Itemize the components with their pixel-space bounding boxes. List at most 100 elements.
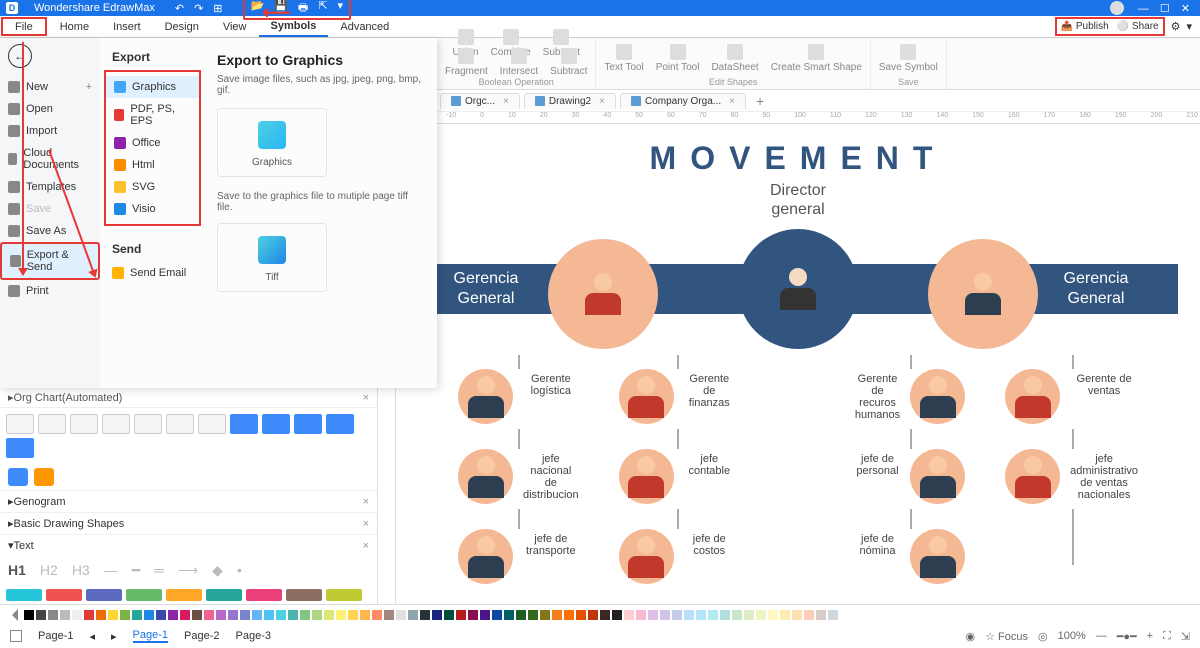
shape-thumb[interactable]: [326, 414, 354, 434]
text-style-h1[interactable]: H1: [8, 562, 26, 579]
color-swatch[interactable]: [84, 610, 94, 620]
subtract2-button[interactable]: Subtract: [550, 48, 587, 77]
color-swatch[interactable]: [552, 610, 562, 620]
page-tab-1[interactable]: Page-1: [38, 630, 73, 642]
settings-gear-icon[interactable]: ⚙: [1171, 20, 1181, 33]
minimize-button[interactable]: —: [1134, 3, 1153, 15]
intersect-button[interactable]: Intersect: [500, 48, 538, 77]
color-swatch[interactable]: [348, 610, 358, 620]
redo-icon[interactable]: ↷: [194, 2, 203, 15]
back-button[interactable]: ←: [8, 44, 32, 68]
file-new[interactable]: New+: [0, 76, 100, 98]
add-doc-tab[interactable]: +: [750, 93, 770, 109]
color-swatch[interactable]: [204, 610, 214, 620]
shape-bar[interactable]: [86, 589, 122, 601]
shape-bar[interactable]: [6, 589, 42, 601]
shape-card[interactable]: [34, 468, 54, 486]
export-visio[interactable]: Visio: [106, 198, 199, 220]
color-swatch[interactable]: [432, 610, 442, 620]
point-tool-button[interactable]: Point Tool: [656, 44, 700, 73]
color-swatch[interactable]: [336, 610, 346, 620]
tiff-card[interactable]: Tiff: [217, 223, 327, 292]
tab-home[interactable]: Home: [48, 16, 101, 37]
color-swatch[interactable]: [516, 610, 526, 620]
zoom-in[interactable]: +: [1147, 630, 1153, 642]
color-swatch[interactable]: [132, 610, 142, 620]
color-swatch[interactable]: [72, 610, 82, 620]
page-link-1[interactable]: Page-1: [133, 629, 168, 643]
color-swatch[interactable]: [444, 610, 454, 620]
send-email[interactable]: Send Email: [104, 262, 201, 284]
shape-thumb[interactable]: [230, 414, 258, 434]
file-cloud[interactable]: Cloud Documents: [0, 142, 100, 176]
datasheet-button[interactable]: DataSheet: [711, 44, 758, 73]
color-swatch[interactable]: [720, 610, 730, 620]
close-icon[interactable]: ×: [363, 496, 369, 508]
user-avatar[interactable]: [1110, 1, 1124, 15]
color-swatch[interactable]: [240, 610, 250, 620]
color-swatch[interactable]: [252, 610, 262, 620]
shape-thumb[interactable]: [134, 414, 162, 434]
shape-thumb[interactable]: [70, 414, 98, 434]
color-swatch[interactable]: [636, 610, 646, 620]
shape-bar[interactable]: [126, 589, 162, 601]
fragment-button[interactable]: Fragment: [445, 48, 488, 77]
color-swatch[interactable]: [684, 610, 694, 620]
color-swatch[interactable]: [480, 610, 490, 620]
view-icon[interactable]: ◉: [966, 630, 976, 643]
color-swatch[interactable]: [528, 610, 538, 620]
export-office[interactable]: Office: [106, 132, 199, 154]
color-swatch[interactable]: [264, 610, 274, 620]
export-pdf[interactable]: PDF, PS, EPS: [106, 98, 199, 132]
color-swatch[interactable]: [324, 610, 334, 620]
zoom-out[interactable]: —: [1096, 630, 1107, 642]
color-swatch[interactable]: [168, 610, 178, 620]
color-swatch[interactable]: [768, 610, 778, 620]
color-swatch[interactable]: [504, 610, 514, 620]
export-svg[interactable]: SVG: [106, 176, 199, 198]
shape-thumb[interactable]: [198, 414, 226, 434]
color-swatch[interactable]: [660, 610, 670, 620]
collapse-icon[interactable]: ⇲: [1181, 630, 1190, 643]
shape-bar[interactable]: [46, 589, 82, 601]
tab-advanced[interactable]: Advanced: [328, 16, 401, 37]
color-swatch[interactable]: [420, 610, 430, 620]
doc-tab-1[interactable]: Orgc...×: [440, 93, 520, 109]
shape-thumb[interactable]: [6, 438, 34, 458]
shape-bar[interactable]: [326, 589, 362, 601]
color-swatch[interactable]: [228, 610, 238, 620]
color-swatch[interactable]: [108, 610, 118, 620]
shape-thumb[interactable]: [6, 414, 34, 434]
shape-thumb[interactable]: [294, 414, 322, 434]
color-swatch[interactable]: [216, 610, 226, 620]
canvas[interactable]: MOVEMENT Director general Gerencia Gener…: [396, 124, 1200, 604]
undo-icon[interactable]: ↶: [175, 2, 184, 15]
shapes-text-label[interactable]: Text: [14, 540, 34, 552]
color-swatch[interactable]: [300, 610, 310, 620]
shape-thumb[interactable]: [38, 414, 66, 434]
shape-bar[interactable]: [166, 589, 202, 601]
tab-view[interactable]: View: [211, 16, 259, 37]
file-templates[interactable]: Templates: [0, 176, 100, 198]
color-swatch[interactable]: [180, 610, 190, 620]
qat-print-icon[interactable]: 🖶: [298, 0, 308, 18]
color-swatch[interactable]: [828, 610, 838, 620]
qat-dropdown-icon[interactable]: ▾: [338, 0, 344, 18]
color-swatch[interactable]: [648, 610, 658, 620]
shape-bar[interactable]: [206, 589, 242, 601]
color-swatch[interactable]: [396, 610, 406, 620]
maximize-button[interactable]: ☐: [1156, 3, 1174, 15]
color-swatch[interactable]: [624, 610, 634, 620]
tab-insert[interactable]: Insert: [101, 16, 153, 37]
fullscreen-icon[interactable]: ⛶: [1163, 630, 1171, 643]
shape-thumb[interactable]: [262, 414, 290, 434]
page-link-3[interactable]: Page-3: [236, 630, 271, 642]
file-import[interactable]: Import: [0, 120, 100, 142]
color-swatch[interactable]: [24, 610, 34, 620]
tab-file[interactable]: File: [1, 17, 47, 36]
color-swatch[interactable]: [384, 610, 394, 620]
export-graphics[interactable]: Graphics: [106, 76, 199, 98]
color-swatch[interactable]: [816, 610, 826, 620]
shapes-genogram-label[interactable]: Genogram: [14, 496, 66, 508]
shapes-orgchart-label[interactable]: Org Chart(Automated): [14, 392, 123, 404]
